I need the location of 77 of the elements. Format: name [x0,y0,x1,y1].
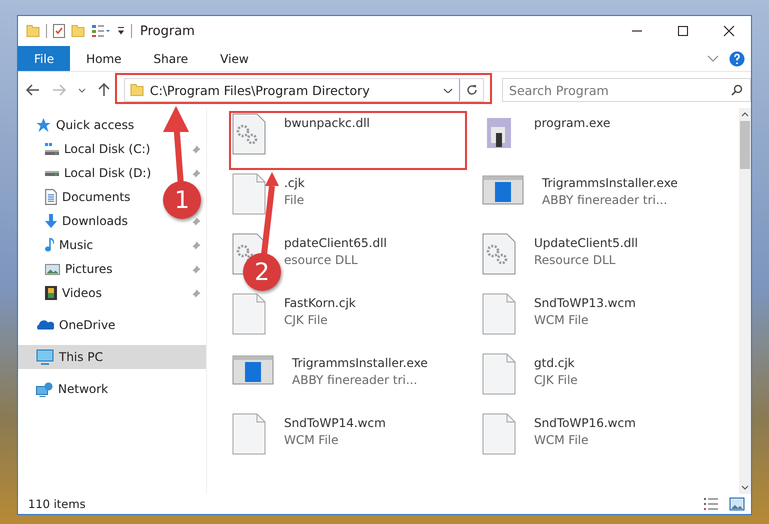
sidebar-item[interactable]: OneDrive [18,313,120,337]
file-name[interactable]: .cjk [284,176,305,190]
sidebar-item[interactable]: Quick access [18,113,138,137]
dropdown-icon[interactable] [117,27,125,35]
disk-icon [45,143,59,155]
gear-document-icon[interactable] [232,113,266,155]
cloud-icon [36,320,54,330]
picture-icon [45,264,60,274]
search-icon [731,84,744,96]
file-name[interactable]: pdateClient65.dll [284,236,387,250]
scrollbar[interactable] [739,108,751,494]
chevron-icon[interactable] [741,112,749,117]
file-type: WCM File [284,433,340,447]
file-name[interactable]: gtd.cjk [534,356,578,370]
sidebar-item[interactable]: This PC [18,345,206,369]
address-path: C:\Program Files\Program Directory [150,82,371,98]
file-name[interactable]: SndToWP16.wcm [534,416,636,430]
properties-icon[interactable] [53,24,65,38]
minimize-icon[interactable] [631,30,643,32]
gear-document-icon[interactable] [482,233,516,275]
ribbon-tab[interactable]: Home [70,46,138,71]
disk-icon [45,170,59,176]
download-arrow-icon [45,214,57,228]
file-name[interactable]: UpdateClient5.dll [534,236,638,250]
list-icon[interactable] [91,24,111,38]
ribbon-tab[interactable]: File [18,46,70,71]
file-type: Resource DLL [534,253,616,267]
file-name[interactable]: TrigrammsInstaller.exe [542,176,678,190]
ribbon-tab[interactable]: View [204,46,265,71]
file-name[interactable]: FastKorn.cjk [284,296,356,310]
window-title: Program [140,24,195,38]
file-name[interactable]: SndToWP13.wcm [534,296,636,310]
item-count: 110 items [28,497,86,511]
sidebar-item[interactable]: Local Disk (D:) [18,161,156,185]
details-view-icon[interactable] [703,497,719,511]
file-type: CJK File [534,373,578,387]
chevron-icon[interactable] [78,88,86,92]
star-icon [36,118,51,132]
chevron-icon[interactable] [741,485,749,490]
sidebar-item[interactable]: Network [18,377,112,401]
close-icon[interactable] [723,25,735,37]
file-name[interactable]: program.exe [534,116,610,130]
installer-icon[interactable] [232,353,274,387]
network-icon [36,382,53,396]
sidebar-item[interactable]: Local Disk (C:) [18,137,154,161]
scrollbar-thumb[interactable] [740,121,750,169]
monitor-icon [36,349,54,365]
file-type: ABBY finereader tri... [542,193,668,207]
sidebar-item[interactable]: Downloads [18,209,132,233]
ribbon-tab[interactable]: Share [138,46,204,71]
address-bar[interactable]: C:\Program Files\Program Directory [124,78,484,102]
installer-icon[interactable] [482,173,524,207]
sidebar-item[interactable]: Music [18,233,98,257]
film-icon [45,286,57,300]
chevron-icon[interactable] [443,88,454,92]
sidebar-item[interactable]: Pictures [18,257,117,281]
file-type: CJK File [284,313,329,327]
file-name[interactable]: SndToWP14.wcm [284,416,386,430]
folder-icon [130,84,144,96]
file-type: ABBY finereader tri... [292,373,418,387]
sidebar-item[interactable]: Videos [18,281,106,305]
file-name[interactable]: TrigrammsInstaller.exe [292,356,428,370]
file-name[interactable]: bwunpackc.dll [284,116,370,130]
music-note-icon [45,238,54,252]
file-type: esource DLL [284,253,359,267]
maximize-icon[interactable] [677,25,689,37]
help-icon[interactable] [729,50,745,66]
sidebar-item[interactable]: Documents [18,185,134,209]
search-field[interactable]: Search Program [502,78,752,102]
document-icon [45,189,57,205]
up-arrow-icon[interactable] [98,83,110,97]
file-type: File [284,193,305,207]
refresh-icon[interactable] [466,84,478,96]
file-type: WCM File [534,313,590,327]
file-type: WCM File [534,433,590,447]
back-arrow-icon[interactable] [26,84,40,96]
thumbnail-view-icon[interactable] [729,497,745,511]
